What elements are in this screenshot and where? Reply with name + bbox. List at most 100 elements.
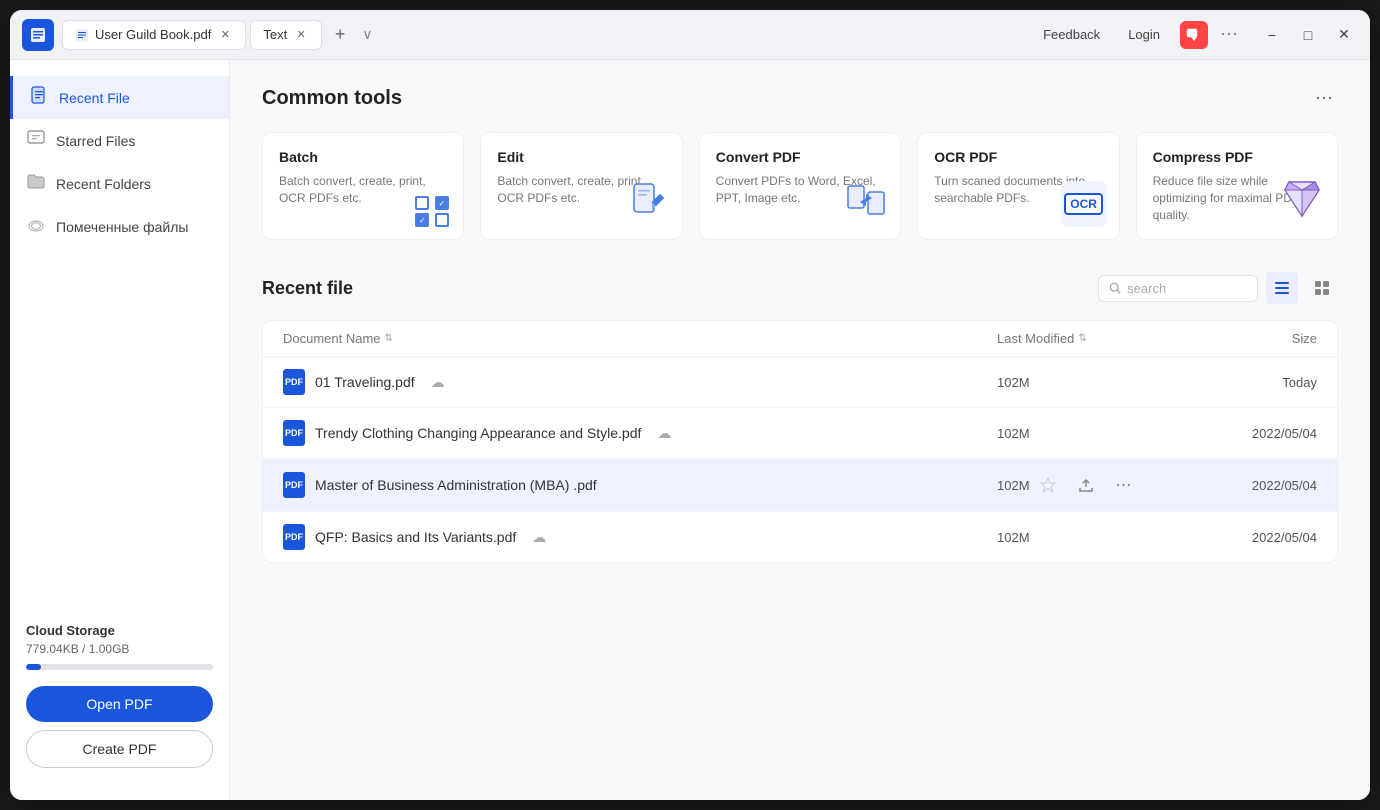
col-header-size: Size <box>1197 331 1317 346</box>
tab-close-btn[interactable]: ✕ <box>217 27 233 43</box>
tool-name-ocr-pdf: OCR PDF <box>934 149 1102 165</box>
file-size: 102M <box>997 530 1030 545</box>
file-actions: ⋯ <box>1034 471 1138 499</box>
win-controls: − □ ✕ <box>1258 21 1358 49</box>
title-bar-left: User Guild Book.pdf ✕ Text ✕ + ∨ <box>22 19 1035 51</box>
tab-close-btn[interactable]: ✕ <box>293 27 309 43</box>
file-name: Master of Business Administration (MBA) … <box>315 477 597 493</box>
storage-bar <box>26 664 213 670</box>
feedback-btn[interactable]: Feedback <box>1035 23 1108 46</box>
file-size-cell: 102M <box>997 530 1197 545</box>
recent-file-controls <box>1098 272 1338 304</box>
recent-file-icon <box>29 86 49 109</box>
maximize-btn[interactable]: □ <box>1294 21 1322 49</box>
file-date: 2022/05/04 <box>1197 426 1317 441</box>
common-tools-more-btn[interactable]: ⋯ <box>1310 84 1338 112</box>
file-table-header: Document Name ⇅ Last Modified ⇅ Size <box>263 321 1337 357</box>
file-name: QFP: Basics and Its Variants.pdf <box>315 529 516 545</box>
sidebar: Recent File Starred Files <box>10 60 230 800</box>
tab-text[interactable]: Text ✕ <box>250 20 322 50</box>
sort-icon-name: ⇅ <box>385 333 393 344</box>
sidebar-item-label: Recent Folders <box>56 176 151 192</box>
tool-name-convert-pdf: Convert PDF <box>716 149 884 165</box>
sidebar-item-starred-files[interactable]: Starred Files <box>10 119 229 162</box>
tab-add-btn[interactable]: + <box>326 21 354 49</box>
col-header-name[interactable]: Document Name ⇅ <box>283 331 997 346</box>
app-icon <box>22 19 54 51</box>
marked-files-icon <box>26 215 46 238</box>
tab-label: User Guild Book.pdf <box>95 27 211 42</box>
storage-bar-fill <box>26 664 41 670</box>
minimize-btn[interactable]: − <box>1258 21 1286 49</box>
file-name-cell: PDF Trendy Clothing Changing Appearance … <box>283 420 997 446</box>
compress-icon <box>1279 176 1325 227</box>
file-name-cell: PDF 01 Traveling.pdf ☁ <box>283 369 997 395</box>
recent-file-title: Recent file <box>262 278 353 299</box>
file-date: 2022/05/04 <box>1197 530 1317 545</box>
common-tools-header: Common tools ⋯ <box>262 84 1338 112</box>
open-pdf-button[interactable]: Open PDF <box>26 686 213 722</box>
title-bar: User Guild Book.pdf ✕ Text ✕ + ∨ Feedbac… <box>10 10 1370 60</box>
search-input-wrap[interactable] <box>1098 275 1258 302</box>
tab-dropdown-btn[interactable]: ∨ <box>362 26 372 43</box>
options-btn[interactable]: ⋯ <box>1220 24 1238 45</box>
file-size: 102M <box>997 426 1030 441</box>
cloud-sync-icon: ☁ <box>431 374 445 391</box>
file-name: 01 Traveling.pdf <box>315 374 415 390</box>
sidebar-item-label: Starred Files <box>56 133 135 149</box>
cloud-storage-usage: 779.04KB / 1.00GB <box>26 642 213 656</box>
file-size: 102M <box>997 478 1030 493</box>
sidebar-item-recent-file[interactable]: Recent File <box>10 76 229 119</box>
cloud-sync-icon: ☁ <box>657 425 671 442</box>
tools-grid: Batch Batch convert, create, print, OCR … <box>262 132 1338 240</box>
tool-card-batch[interactable]: Batch Batch convert, create, print, OCR … <box>262 132 464 240</box>
file-name-cell: PDF QFP: Basics and Its Variants.pdf ☁ <box>283 524 997 550</box>
convert-icon <box>844 178 888 227</box>
sidebar-item-recent-folders[interactable]: Recent Folders <box>10 162 229 205</box>
cloud-storage-label: Cloud Storage <box>26 623 213 638</box>
file-date: 2022/05/04 <box>1197 478 1317 493</box>
create-pdf-button[interactable]: Create PDF <box>26 730 213 768</box>
app-window: User Guild Book.pdf ✕ Text ✕ + ∨ Feedbac… <box>10 10 1370 800</box>
tabs-container: User Guild Book.pdf ✕ Text ✕ + <box>62 20 354 50</box>
starred-files-icon <box>26 129 46 152</box>
close-btn[interactable]: ✕ <box>1330 21 1358 49</box>
login-btn[interactable]: Login <box>1120 23 1168 46</box>
title-bar-right: Feedback Login ⋯ − □ ✕ <box>1035 21 1358 49</box>
ocr-icon: OCR <box>1061 181 1107 227</box>
tool-card-edit[interactable]: Edit Batch convert, create, print, OCR P… <box>480 132 682 240</box>
tool-card-compress-pdf[interactable]: Compress PDF Reduce file size while opti… <box>1136 132 1338 240</box>
cloud-sync-icon: ☁ <box>532 529 546 546</box>
recent-file-header: Recent file <box>262 272 1338 304</box>
table-row[interactable]: PDF Trendy Clothing Changing Appearance … <box>263 408 1337 459</box>
sidebar-item-label: Помеченные файлы <box>56 219 188 235</box>
table-row[interactable]: PDF QFP: Basics and Its Variants.pdf ☁ 1… <box>263 512 1337 562</box>
more-action-btn[interactable]: ⋯ <box>1110 471 1138 499</box>
star-action-btn[interactable] <box>1034 471 1062 499</box>
tool-card-ocr-pdf[interactable]: OCR PDF Turn scaned documents into searc… <box>917 132 1119 240</box>
common-tools-title: Common tools <box>262 87 402 110</box>
content-area: Common tools ⋯ Batch Batch convert, crea… <box>230 60 1370 800</box>
col-header-modified[interactable]: Last Modified ⇅ <box>997 331 1197 346</box>
tool-name-edit: Edit <box>497 149 665 165</box>
edit-icon <box>626 178 670 227</box>
list-view-btn[interactable] <box>1266 272 1298 304</box>
file-size: 102M <box>997 375 1030 390</box>
file-table: Document Name ⇅ Last Modified ⇅ Size PDF <box>262 320 1338 563</box>
tool-card-convert-pdf[interactable]: Convert PDF Convert PDFs to Word, Excel,… <box>699 132 901 240</box>
notification-icon[interactable] <box>1180 21 1208 49</box>
grid-view-btn[interactable] <box>1306 272 1338 304</box>
table-row[interactable]: PDF Master of Business Administration (M… <box>263 459 1337 512</box>
batch-icon: ✓ ✓ <box>415 196 451 227</box>
upload-action-btn[interactable] <box>1072 471 1100 499</box>
table-row[interactable]: PDF 01 Traveling.pdf ☁ 102M Today <box>263 357 1337 408</box>
tool-name-batch: Batch <box>279 149 447 165</box>
pdf-icon: PDF <box>283 420 305 446</box>
sidebar-item-marked-files[interactable]: Помеченные файлы <box>10 205 229 248</box>
search-input[interactable] <box>1127 281 1247 296</box>
tab-user-guild-book[interactable]: User Guild Book.pdf ✕ <box>62 20 246 50</box>
file-name: Trendy Clothing Changing Appearance and … <box>315 425 641 441</box>
pdf-icon: PDF <box>283 524 305 550</box>
tool-name-compress-pdf: Compress PDF <box>1153 149 1321 165</box>
file-size-cell: 102M <box>997 375 1197 390</box>
